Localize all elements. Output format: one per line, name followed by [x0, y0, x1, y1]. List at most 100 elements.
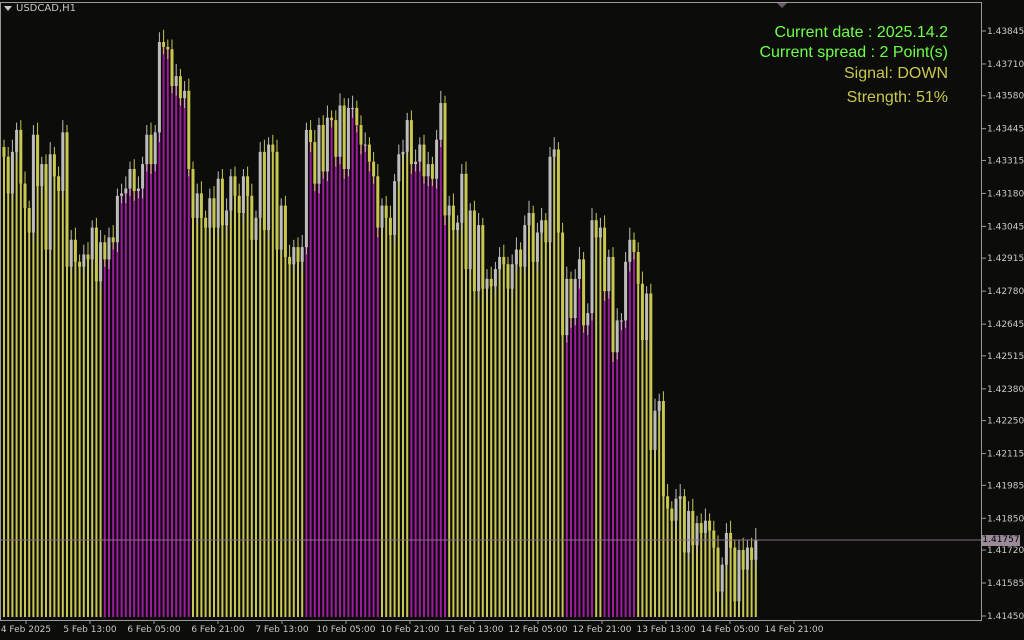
candle-body: [99, 242, 103, 282]
candle-body: [187, 90, 191, 169]
histogram-bar: [385, 205, 388, 617]
histogram-bar: [515, 249, 518, 617]
histogram-bar: [456, 222, 459, 617]
candle-body: [157, 41, 161, 133]
histogram-bar: [570, 278, 572, 617]
histogram-bar: [213, 198, 215, 618]
price-tick-label: 1.42115: [987, 450, 1024, 460]
candle-body: [52, 154, 56, 177]
candle-body: [451, 205, 455, 231]
histogram-bar: [616, 320, 619, 617]
histogram-bar: [372, 161, 375, 618]
candle-body: [204, 217, 208, 228]
candle-body: [393, 181, 397, 235]
price-tick-label: 1.43315: [987, 156, 1024, 166]
candle-body: [10, 151, 14, 194]
histogram-bar: [242, 176, 245, 617]
candle-body: [153, 132, 157, 165]
histogram-bar: [397, 154, 400, 617]
candle-body: [384, 205, 388, 218]
price-tick-label: 1.42645: [987, 320, 1024, 330]
histogram-bar: [108, 237, 110, 618]
histogram-bar: [322, 125, 325, 618]
dropdown-triangle-icon[interactable]: [4, 6, 12, 11]
histogram-bar: [192, 169, 194, 617]
histogram-bar: [460, 173, 463, 617]
histogram-bar: [679, 496, 682, 617]
price-tick-label: 1.42515: [987, 352, 1024, 362]
candle-body: [468, 210, 472, 270]
histogram-bar: [24, 183, 26, 617]
candle-body: [183, 90, 187, 99]
candle-body: [141, 164, 145, 189]
candle-body: [262, 151, 266, 231]
candle-body: [363, 144, 367, 146]
candle-body: [15, 129, 19, 152]
time-tick-label: 10 Feb 21:00: [380, 625, 439, 635]
histogram-bar: [284, 205, 287, 617]
time-tick-label: 10 Feb 05:00: [316, 625, 375, 635]
candle-body: [724, 532, 728, 565]
histogram-bar: [19, 129, 22, 617]
histogram-bar: [381, 205, 383, 617]
current-spread-text: Current spread : 2 Point(s): [759, 44, 948, 61]
candle-body: [27, 208, 31, 233]
symbol-label[interactable]: USDCAD,H1: [4, 3, 76, 14]
candle-body: [598, 227, 602, 238]
candle-body: [73, 239, 77, 262]
histogram-bar: [637, 252, 640, 617]
candle-body: [577, 259, 581, 279]
candle-body: [254, 217, 258, 240]
candle-body: [40, 164, 44, 187]
histogram-bar: [435, 139, 438, 617]
candle-body: [57, 176, 61, 191]
candle-body: [435, 139, 439, 179]
candle-body: [136, 188, 140, 191]
histogram-bar: [334, 120, 337, 618]
candle-body: [653, 410, 657, 450]
price-tick-label: 1.43180: [987, 189, 1024, 199]
price-tick-label: 1.41850: [987, 514, 1024, 524]
price-tick-label: 1.42780: [987, 287, 1024, 297]
candle-body: [418, 144, 422, 162]
candle-body: [716, 547, 720, 592]
histogram-bar: [292, 247, 295, 617]
candle-body: [111, 237, 115, 243]
candle-body: [472, 210, 476, 292]
candle-body: [628, 239, 632, 262]
histogram-bar: [486, 278, 488, 617]
histogram-bar: [578, 259, 581, 617]
histogram-bar: [448, 205, 451, 617]
candle-body: [498, 256, 502, 270]
histogram-bar: [389, 217, 392, 617]
histogram-bar: [82, 254, 85, 617]
candle-body: [544, 220, 548, 243]
time-tick-label: 14 Feb 21:00: [764, 625, 823, 635]
histogram-bar: [494, 269, 497, 617]
histogram-bar: [633, 239, 635, 617]
histogram-bar: [28, 208, 31, 617]
histogram-bar: [183, 90, 186, 618]
histogram-bar: [78, 261, 81, 617]
candle-body: [283, 205, 287, 257]
histogram-bar: [141, 164, 144, 618]
histogram-bar: [418, 144, 421, 617]
candle-body: [351, 107, 355, 109]
histogram-bar: [129, 169, 131, 617]
time-tick-label: 6 Feb 05:00: [127, 625, 181, 635]
candle-body: [409, 120, 413, 165]
histogram-bar: [297, 247, 299, 617]
shift-marker-icon[interactable]: [777, 3, 787, 8]
time-tick-label: 5 Feb 13:00: [63, 625, 117, 635]
histogram-bar: [498, 256, 501, 617]
candle-body: [359, 125, 363, 145]
candle-body: [44, 164, 48, 250]
histogram-bar: [179, 76, 182, 618]
candle-body: [611, 256, 615, 353]
price-tick-label: 1.41720: [987, 546, 1024, 556]
histogram-bar: [70, 239, 73, 617]
histogram-bar: [87, 254, 89, 617]
chart-window[interactable]: 1.43845 1.43710 1.43580 1.43445 1.43315 1.431…: [0, 0, 1024, 640]
candle-body: [367, 144, 371, 162]
candle-body: [552, 149, 556, 157]
